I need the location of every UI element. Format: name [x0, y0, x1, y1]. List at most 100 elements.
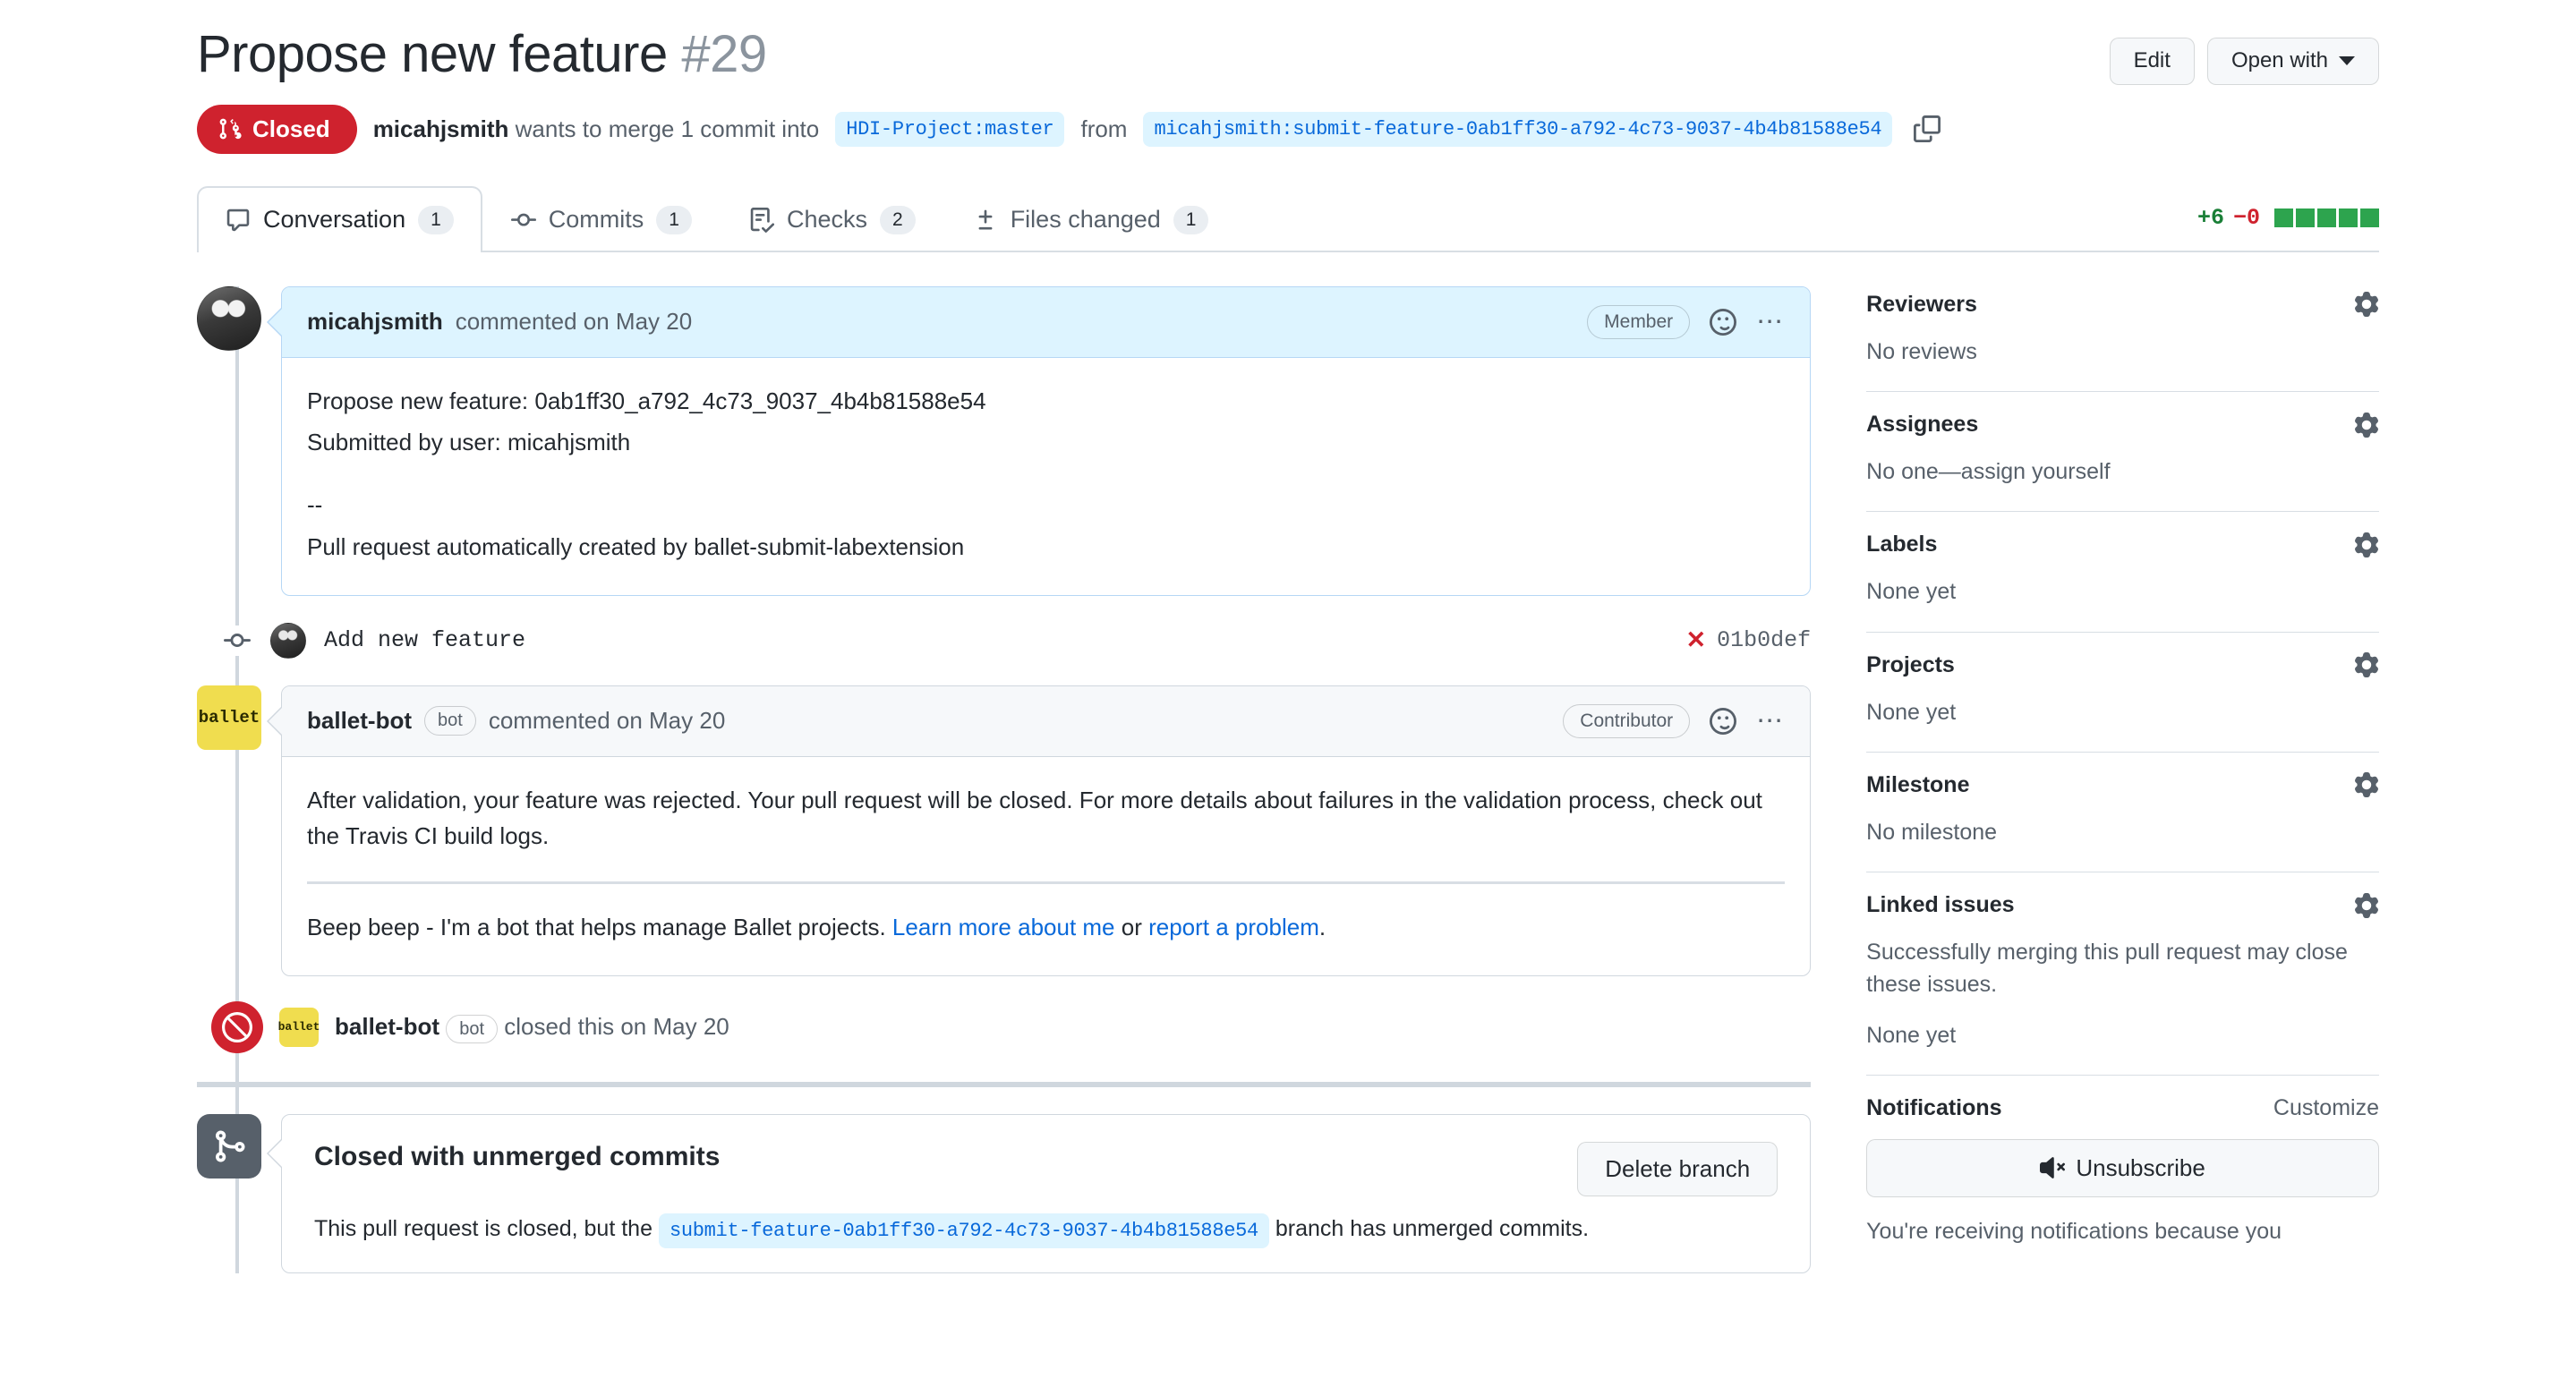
gear-icon[interactable] [2354, 412, 2379, 438]
comment-line: Propose new feature: 0ab1ff30_a792_4c73_… [307, 387, 986, 414]
merge-status-row: Closed with unmerged commits Delete bran… [197, 1113, 1812, 1274]
delete-branch-button[interactable]: Delete branch [1577, 1141, 1778, 1196]
sidebar-title-projects: Projects [1866, 651, 1955, 677]
report-problem-link[interactable]: report a problem [1148, 914, 1319, 940]
bot-footer-suffix: . [1318, 913, 1326, 940]
commit-message[interactable]: Add new feature [324, 627, 525, 653]
sidebar-section-assignees: Assignees No one—assign yourself [1866, 392, 2379, 513]
emoji-reaction-icon[interactable] [1710, 707, 1737, 735]
title-row: Propose new feature #29 Edit Open with [197, 25, 2379, 85]
header-actions: Edit Open with [2109, 25, 2379, 85]
customize-link[interactable]: Customize [2273, 1095, 2379, 1121]
sidebar-section-labels: Labels None yet [1866, 512, 2379, 633]
merge-desc-branch[interactable]: submit-feature-0ab1ff30-a792-4c73-9037-4… [658, 1213, 1269, 1248]
comment-timestamp: commented on May 20 [488, 707, 726, 735]
sidebar-section-projects: Projects None yet [1866, 633, 2379, 753]
bot-footer-prefix: Beep beep - I'm a bot that helps manage … [307, 913, 892, 940]
gear-icon[interactable] [2354, 532, 2379, 557]
bot-message: After validation, your feature was rejec… [307, 786, 1762, 850]
gear-icon[interactable] [2354, 892, 2379, 918]
merge-box-title: Closed with unmerged commits [314, 1141, 721, 1171]
role-badge: Contributor [1563, 703, 1691, 738]
comment-author[interactable]: micahjsmith [307, 308, 443, 336]
diffstat-block [2274, 208, 2293, 227]
pr-header: Propose new feature #29 Edit Open with C… [197, 0, 2379, 154]
gear-glyph [2355, 412, 2378, 438]
sidebar-section-head: Assignees [1866, 412, 2379, 438]
git-merge-glyph [216, 1130, 245, 1162]
gear-icon[interactable] [2354, 292, 2379, 318]
commit-icon [510, 213, 536, 226]
timeline-thick-rail [197, 1081, 1812, 1087]
divider [307, 881, 1786, 884]
closed-event-row: ballet ballet-bot bot closed this on May… [197, 976, 1811, 1078]
head-branch-chip[interactable]: micahjsmith:submit-feature-0ab1ff30-a792… [1143, 111, 1893, 147]
clipboard-glyph [1914, 115, 1941, 143]
tab-commits[interactable]: Commits 1 [482, 186, 721, 252]
sidebar-value-assignees[interactable]: No one—assign yourself [1866, 455, 2379, 488]
notifications-note: You're receiving notifications because y… [1866, 1218, 2282, 1244]
pr-meta-row: Closed micahjsmith wants to merge 1 comm… [197, 104, 2379, 154]
tab-commits-count: 1 [656, 205, 692, 234]
sidebar-value-projects: None yet [1866, 699, 1957, 725]
gear-glyph [2355, 892, 2378, 918]
avatar[interactable]: ballet [197, 685, 261, 750]
avatar[interactable] [197, 285, 261, 351]
bot-footer-mid: or [1114, 913, 1149, 940]
tab-checks-count: 2 [880, 205, 916, 234]
sidebar-value-linked-issues-none: None yet [1866, 1022, 1957, 1048]
comment-menu-icon[interactable]: ⋯ [1756, 308, 1785, 335]
gear-glyph [2355, 652, 2378, 678]
commit-sha[interactable]: 01b0def [1717, 627, 1811, 653]
sidebar-section-head: Labels [1866, 532, 2379, 557]
chevron-down-icon [2339, 56, 2355, 66]
emoji-reaction-icon[interactable] [1710, 308, 1737, 336]
learn-more-link[interactable]: Learn more about me [892, 914, 1115, 940]
unsubscribe-button[interactable]: Unsubscribe [1866, 1138, 2379, 1197]
sidebar-title-reviewers: Reviewers [1866, 291, 1977, 317]
open-with-button[interactable]: Open with [2206, 38, 2379, 85]
sidebar-section-milestone: Milestone No milestone [1866, 753, 2379, 873]
diffstat-blocks [2274, 208, 2379, 227]
x-icon[interactable]: ✕ [1686, 626, 1707, 654]
comment-line: Submitted by user: micahjsmith [307, 429, 631, 456]
smiley-glyph [1710, 707, 1737, 735]
pull-request-closed-icon [219, 118, 242, 140]
checklist-icon [750, 207, 774, 233]
bot-badge: bot [424, 706, 476, 736]
closed-icon [211, 1000, 263, 1053]
commit-author-avatar[interactable] [270, 622, 306, 659]
base-branch-chip[interactable]: HDI-Project:master [835, 111, 1065, 147]
diffstat-block [2317, 208, 2336, 227]
merge-desc-prefix: This pull request is closed, but the [314, 1215, 659, 1241]
sidebar-section-head: Milestone [1866, 772, 2379, 798]
sidebar: Reviewers No reviews Assignees No one—as… [1866, 286, 2379, 1274]
sidebar-section-head: Linked issues [1866, 892, 2379, 918]
comment-item: micahjsmith commented on May 20 Member ⋯ [197, 285, 1812, 596]
comment-menu-icon[interactable]: ⋯ [1756, 707, 1785, 734]
copy-icon[interactable] [1914, 115, 1941, 143]
gear-icon[interactable] [2354, 652, 2379, 678]
comment-timestamp: commented on May 20 [455, 308, 693, 336]
sidebar-section-reviewers: Reviewers No reviews [1866, 286, 2379, 393]
diffstat-block [2360, 208, 2379, 227]
closed-actor[interactable]: ballet-bot [335, 1013, 439, 1040]
sidebar-title-assignees: Assignees [1866, 412, 1979, 438]
tab-checks-label: Checks [786, 206, 867, 234]
avatar[interactable]: ballet [278, 1007, 320, 1047]
tab-conversation[interactable]: Conversation 1 [197, 185, 482, 252]
page-title: Propose new feature #29 [197, 25, 767, 85]
sidebar-value-labels: None yet [1866, 579, 1957, 605]
tab-checks[interactable]: Checks 2 [721, 186, 944, 252]
tab-files-changed[interactable]: Files changed 1 [944, 186, 1238, 252]
gear-icon[interactable] [2354, 772, 2379, 798]
comment-author[interactable]: ballet-bot [307, 707, 412, 735]
commit-event-row: Add new feature ✕ 01b0def [197, 596, 1811, 685]
edit-button[interactable]: Edit [2109, 38, 2195, 85]
comment-card: ballet-bot bot commented on May 20 Contr… [266, 685, 1812, 976]
comment-byline: micahjsmith commented on May 20 [307, 308, 692, 336]
comment-card: micahjsmith commented on May 20 Member ⋯ [266, 285, 1812, 596]
comment-header-actions: Contributor ⋯ [1563, 703, 1785, 738]
diffstat-block [2296, 208, 2315, 227]
open-with-label: Open with [2231, 48, 2328, 72]
